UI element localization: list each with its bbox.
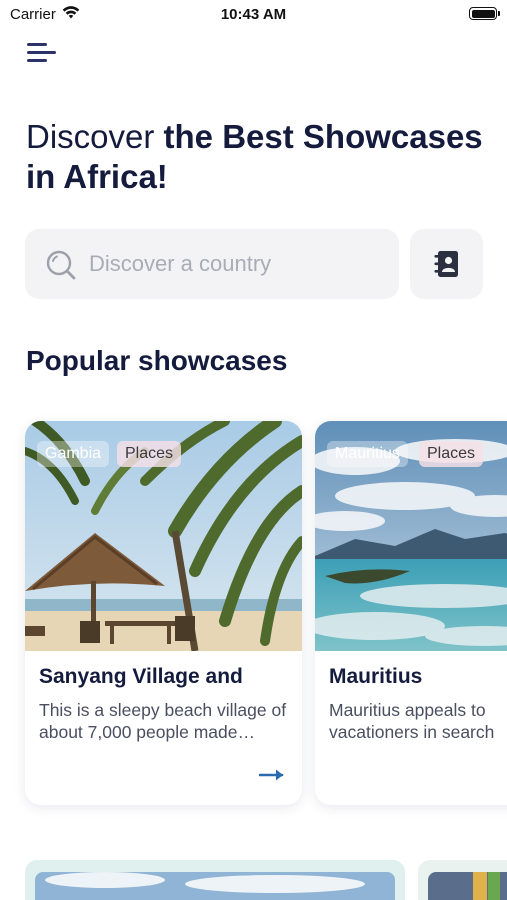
- showcase-card-next-2[interactable]: [418, 860, 507, 900]
- app-screen: Carrier 10:43 AM Discover the Best Showc…: [0, 0, 507, 900]
- battery-icon: [469, 7, 500, 20]
- country-tag: Mauritius: [327, 441, 408, 467]
- contacts-book-icon: [434, 251, 458, 277]
- arrow-right-icon[interactable]: [259, 768, 285, 782]
- category-tag: Places: [117, 441, 182, 467]
- card-description: This is a sleepy beach village of about …: [39, 700, 287, 742]
- card-description-line: vacationers in search: [329, 722, 495, 742]
- menu-icon[interactable]: [27, 40, 59, 68]
- category-tag: Places: [419, 441, 484, 467]
- country-tag: Gambia: [37, 441, 110, 467]
- card-description: Mauritius appeals to vacationers in sear…: [329, 699, 507, 743]
- card-image: [428, 872, 507, 900]
- showcase-card-next[interactable]: [25, 860, 405, 900]
- search-input[interactable]: [89, 245, 379, 283]
- search-icon: [46, 250, 76, 280]
- card-title: Sanyang Village and: [39, 665, 243, 688]
- search-bar[interactable]: [25, 229, 399, 299]
- contacts-button[interactable]: [410, 229, 483, 299]
- clock-label: 10:43 AM: [220, 6, 287, 23]
- section-title: Popular showcases: [26, 345, 288, 376]
- card-description-line: Mauritius appeals to: [329, 700, 486, 720]
- status-bar: Carrier 10:43 AM: [0, 0, 507, 28]
- card-image: [35, 872, 395, 900]
- showcase-card-mauritius[interactable]: Mauritius Places Mauritius Mauritius app…: [315, 421, 507, 805]
- page-title: Discover the Best Showcases in Africa!: [26, 117, 486, 197]
- showcase-card-gambia[interactable]: Gambia Places Sanyang Village and This i…: [25, 421, 302, 805]
- title-light-text: Discover: [26, 118, 164, 155]
- card-title: Mauritius: [329, 665, 423, 688]
